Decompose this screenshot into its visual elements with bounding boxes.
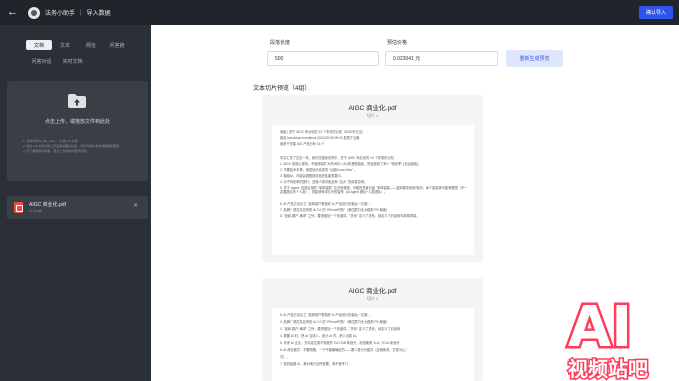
watermark-bottom: 视频站吧 — [568, 357, 648, 381]
file-size: 11.13 MB — [29, 209, 42, 213]
chunk-card: AIGC 商业化.pdf 切片 2 5. AI 产品方法论之 "选择用户表现成 … — [262, 278, 483, 381]
tab-qa-dialog[interactable]: 问答对话 — [26, 56, 57, 66]
source-tabs: 文档 文本 网址 问答链 问答对话 实时文档 — [26, 40, 136, 66]
app-logo — [28, 6, 40, 19]
chunk-card: AIGC 商业化.pdf 切片 1 深度 | 关于 AIGC 商业化的 13 个… — [262, 95, 483, 262]
chunk-line: 2. 不要技术平等，而是技术实体的 "功能Know-How" 。 — [280, 168, 358, 172]
chunk-line: 1. AIGC 的核心现状，不使用量扩大时间代入为1阶差额曲线，所处超前了多少 … — [280, 162, 422, 166]
chunk-line: 式）。 — [280, 355, 290, 359]
chunk-line: 8. "找着-跳户-满求" 之外，要重做加一个关键词，"关系" 定义了关系，就定… — [280, 214, 420, 218]
page-title: 导入数据 — [86, 11, 111, 17]
close-icon[interactable]: ✕ — [133, 203, 138, 209]
dropzone-title: 点击上传，或拖放文件到此处 — [44, 119, 110, 125]
chunk-line: 4. 对于特化率的提升，是按人类可能会有 "巨大" 的增量空间。 — [280, 180, 368, 184]
watermark-top: AI — [568, 296, 632, 360]
chunk-content: 5. AI 产品方法论之 "选择用户表现成 AI 产品设计的最后一位置" 。 2… — [272, 308, 474, 381]
tab-document[interactable]: 文档 — [26, 40, 52, 50]
price-field: 0.023041 元 — [385, 51, 498, 66]
uploaded-file-item[interactable]: AIGC 商业化.pdf 11.13 MB ✕ — [7, 196, 148, 219]
preview-title: 文本切片预览（4组） — [253, 86, 311, 92]
regenerate-preview-button[interactable]: 重新生成预览 — [506, 50, 563, 67]
chunk-line: 4. 更要 AI 时，把 AI 当成人，设计 AI 时，把人当成 AI。 — [280, 334, 360, 338]
chunk-line: 2. 品牌？现在并应有的 AI 2.0 的 "iPhone时刻"（第四层行业大模… — [280, 320, 390, 324]
tab-qa-chain[interactable]: 问答链 — [104, 40, 130, 50]
chunk-file-title: AIGC 商业化.pdf — [348, 105, 397, 112]
chunk-content: 深度 | 关于 AIGC 商业化的 13 个事件的认知（8000字长文） 原创 … — [272, 125, 474, 255]
chunk-line: 原创 han-timan hornbleue 2023-09-06 09:02 … — [280, 136, 360, 140]
app-name: 法务小助手 — [45, 11, 76, 17]
chunk-line: 5. AI 产品方法论之 "选择用户表现成 AI 产品设计的最后一位置" 。 — [280, 313, 373, 317]
tab-text[interactable]: 文本 — [52, 40, 78, 50]
tab-realtime-doc[interactable]: 实时文档 — [57, 56, 88, 66]
top-bar: ← 法务小助手 | 导入数据 确认导入 — [0, 0, 679, 25]
chunk-length-label: 段落长度 — [270, 40, 291, 46]
chunk-line: 本文汇总了过去一年，我们在搜索世界中，关于 AIGC 商业化的 13 个非常的认… — [280, 156, 394, 160]
chunk-length-input[interactable]: 500 — [267, 51, 379, 66]
folder-upload-icon — [68, 94, 86, 108]
chunk-index: 切片 1 — [366, 113, 379, 118]
chunk-index: 切片 2 — [366, 296, 379, 301]
chunk-line: 5. 未来 AI 企业，方向定位需不需致作 ToC/ToB 新划分，而是聚焦 T… — [280, 341, 400, 345]
chunk-line: 5. 关于 Agent: 目前应用的 "单体智能" 意识有难题，可能的关键已装 … — [280, 186, 468, 194]
breadcrumb-separator: | — [80, 9, 82, 16]
arrow-left-icon[interactable]: ← — [7, 7, 19, 18]
tab-url[interactable]: 网址 — [78, 40, 104, 50]
chunk-line: 深度 | 关于 AIGC 商业化的 13 个事件的认知（8000字长文） — [280, 130, 366, 134]
confirm-import-button[interactable]: 确认导入 — [638, 6, 673, 19]
chunk-line: 3. 模组AI，可能会调整到目标的性能重要义。 — [280, 174, 344, 178]
chunk-line: 6. AI 产品方法论之 "选择用户表现成 AI 产品设计的最后一位置" 。 — [280, 202, 373, 206]
sidebar: 文档 文本 网址 问答链 问答对话 实时文档 点击上传，或拖放文件到此处 1. … — [0, 25, 151, 381]
watermark-logo: AI 视频站吧 — [565, 296, 649, 381]
dropzone-hints: 1. 支持文件为 pdf、docx、txt 等 md 文档 2. 建议 pdf … — [23, 139, 141, 154]
price-label: 预估价格 — [387, 40, 408, 46]
chunk-line: 7. 找初始模 AI，离对地行业所需要，而不差专门 — [280, 362, 349, 366]
chunk-line: 6. AI 商业模式：不要短期，一千不能确确定的——要么是行分模式（定销卖求，打… — [280, 348, 409, 352]
file-name: AIGC 商业化.pdf — [29, 202, 66, 208]
upload-dropzone[interactable]: 点击上传，或拖放文件到此处 1. 支持文件为 pdf、docx、txt 等 md… — [7, 81, 148, 181]
chunk-line: 7. 品牌？现在并应有的 AI 2.0 的 "iPhone时刻"（第四层行业大模… — [280, 208, 390, 212]
chunk-file-title: AIGC 商业化.pdf — [348, 288, 397, 295]
chunk-line: 3. "找着-跳户-满求" 之外，要重做加一个关键词，"关系" 定义了关系，就定… — [280, 327, 401, 331]
pdf-file-icon — [14, 202, 23, 213]
dropzone-hint: 3. 为了数据库文件格，建议上传的时间更有问题。 — [23, 149, 90, 153]
chunk-line: 谁来于去集 AIG 产品分析 16 个 — [280, 142, 325, 146]
